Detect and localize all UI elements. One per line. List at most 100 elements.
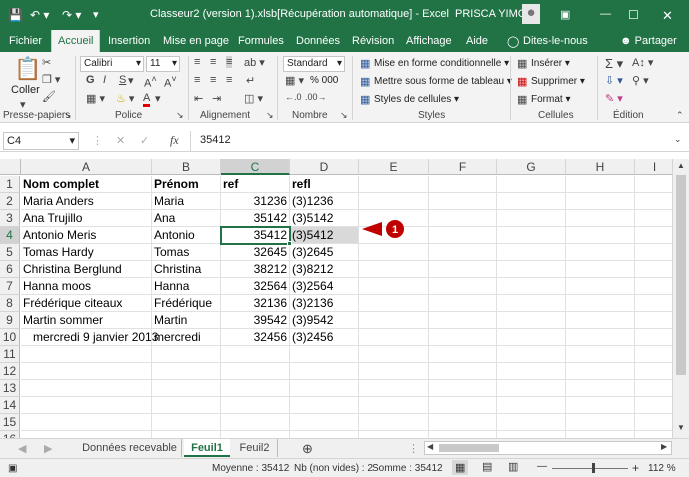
- cell-f8[interactable]: [429, 295, 497, 312]
- cell-b9[interactable]: Martin: [152, 312, 221, 329]
- next-sheet-icon[interactable]: ▶: [44, 442, 52, 455]
- cell-i14[interactable]: [635, 397, 675, 414]
- row-header-8[interactable]: 8: [0, 295, 20, 312]
- cell-g14[interactable]: [497, 397, 566, 414]
- column-header-e[interactable]: E: [359, 159, 429, 175]
- cell-h12[interactable]: [566, 363, 635, 380]
- tab-revision[interactable]: Révision: [352, 35, 394, 47]
- undo-icon[interactable]: ↶ ▾: [30, 8, 49, 22]
- align-middle-icon[interactable]: ≡: [210, 56, 216, 68]
- cell-i7[interactable]: [635, 278, 675, 295]
- cell-c5[interactable]: 32645: [221, 244, 290, 261]
- cell-a10[interactable]: mercredi 9 janvier 2013: [21, 329, 158, 346]
- decrease-indent-icon[interactable]: ⇤: [194, 92, 203, 105]
- cell-h9[interactable]: [566, 312, 635, 329]
- font-name-select[interactable]: Calibri ▾: [80, 56, 144, 72]
- tab-formules[interactable]: Formules: [238, 35, 284, 47]
- scroll-down-icon[interactable]: ▼: [677, 423, 685, 432]
- cell-f1[interactable]: [429, 176, 497, 193]
- save-icon[interactable]: 💾: [8, 8, 23, 22]
- delete-cells-button[interactable]: Supprimer ▾: [531, 76, 585, 87]
- cell-i6[interactable]: [635, 261, 675, 278]
- cell-b8[interactable]: Frédérique: [152, 295, 221, 312]
- minimize-icon[interactable]: —: [600, 8, 611, 20]
- cell-f14[interactable]: [429, 397, 497, 414]
- zoom-slider[interactable]: [552, 468, 628, 469]
- cell-a13[interactable]: [21, 380, 152, 397]
- cell-f13[interactable]: [429, 380, 497, 397]
- cell-d5[interactable]: (3)2645: [290, 244, 359, 261]
- tab-affichage[interactable]: Affichage: [406, 35, 452, 47]
- prev-sheet-icon[interactable]: ◀: [18, 442, 26, 455]
- cell-g8[interactable]: [497, 295, 566, 312]
- row-header-5[interactable]: 5: [0, 244, 20, 261]
- italic-button[interactable]: I: [103, 74, 106, 86]
- cell-a1[interactable]: Nom complet: [21, 176, 152, 193]
- expand-formula-bar-icon[interactable]: ⌄: [674, 134, 682, 145]
- cell-d1[interactable]: refl: [290, 176, 359, 193]
- sheet-tab-feuil1[interactable]: Feuil1: [184, 439, 230, 457]
- cell-g13[interactable]: [497, 380, 566, 397]
- align-left-icon[interactable]: ≡: [194, 74, 200, 86]
- row-header-3[interactable]: 3: [0, 210, 20, 227]
- cell-c13[interactable]: [221, 380, 290, 397]
- decrease-decimal-icon[interactable]: .00→: [305, 92, 327, 102]
- copy-icon[interactable]: ❐ ▾: [42, 73, 60, 86]
- cell-d8[interactable]: (3)2136: [290, 295, 359, 312]
- cell-a12[interactable]: [21, 363, 152, 380]
- cell-i4[interactable]: [635, 227, 675, 244]
- tab-donnees[interactable]: Données: [296, 35, 340, 47]
- format-cells-button[interactable]: Format ▾: [531, 94, 570, 105]
- align-center-icon[interactable]: ≡: [210, 74, 216, 86]
- scroll-up-icon[interactable]: ▲: [677, 161, 685, 170]
- cell-h2[interactable]: [566, 193, 635, 210]
- vertical-scroll-thumb[interactable]: [676, 175, 686, 375]
- cell-a8[interactable]: Frédérique citeaux: [21, 295, 152, 312]
- cell-b11[interactable]: [152, 346, 221, 363]
- currency-icon[interactable]: ▦ ▾: [285, 74, 304, 87]
- cell-f3[interactable]: [429, 210, 497, 227]
- font-launcher-icon[interactable]: ↘: [176, 110, 184, 121]
- cell-b12[interactable]: [152, 363, 221, 380]
- cell-e2[interactable]: [359, 193, 429, 210]
- name-box[interactable]: C4 ▾: [3, 132, 79, 150]
- column-header-c[interactable]: C: [221, 159, 290, 175]
- vertical-scrollbar[interactable]: ▲ ▼: [672, 159, 689, 438]
- clear-icon[interactable]: ✎ ▾: [605, 92, 623, 105]
- zoom-out-icon[interactable]: —: [537, 461, 547, 472]
- tab-aide[interactable]: Aide: [466, 35, 488, 47]
- cell-h7[interactable]: [566, 278, 635, 295]
- bold-button[interactable]: G: [86, 74, 95, 86]
- cell-i11[interactable]: [635, 346, 675, 363]
- row-header-10[interactable]: 10: [0, 329, 20, 346]
- zoom-level[interactable]: 112 %: [648, 463, 676, 474]
- cell-g1[interactable]: [497, 176, 566, 193]
- increase-indent-icon[interactable]: ⇥: [212, 92, 221, 105]
- cell-a2[interactable]: Maria Anders: [21, 193, 152, 210]
- increase-decimal-icon[interactable]: ←.0: [285, 92, 302, 102]
- autosum-icon[interactable]: Σ ▾: [605, 56, 623, 72]
- maximize-icon[interactable]: ☐: [628, 8, 639, 22]
- cell-g11[interactable]: [497, 346, 566, 363]
- cell-styles-button[interactable]: Styles de cellules ▾: [374, 94, 459, 105]
- grow-font-icon[interactable]: A˄: [144, 74, 157, 90]
- cell-h10[interactable]: [566, 329, 635, 346]
- cell-b2[interactable]: Maria: [152, 193, 221, 210]
- cell-d14[interactable]: [290, 397, 359, 414]
- ribbon-display-icon[interactable]: ▣: [560, 8, 570, 21]
- horizontal-scrollbar[interactable]: ◀ ▶: [424, 441, 672, 455]
- column-header-b[interactable]: B: [152, 159, 221, 175]
- cell-f7[interactable]: [429, 278, 497, 295]
- cell-c11[interactable]: [221, 346, 290, 363]
- cell-h15[interactable]: [566, 414, 635, 431]
- cell-a9[interactable]: Martin sommer: [21, 312, 152, 329]
- column-header-a[interactable]: A: [21, 159, 152, 175]
- scroll-right-icon[interactable]: ▶: [661, 442, 667, 451]
- cell-f12[interactable]: [429, 363, 497, 380]
- column-header-d[interactable]: D: [290, 159, 359, 175]
- cell-g10[interactable]: [497, 329, 566, 346]
- cell-b6[interactable]: Christina: [152, 261, 221, 278]
- cell-a11[interactable]: [21, 346, 152, 363]
- row-header-11[interactable]: 11: [0, 346, 20, 363]
- orientation-icon[interactable]: ab ▾: [244, 56, 265, 69]
